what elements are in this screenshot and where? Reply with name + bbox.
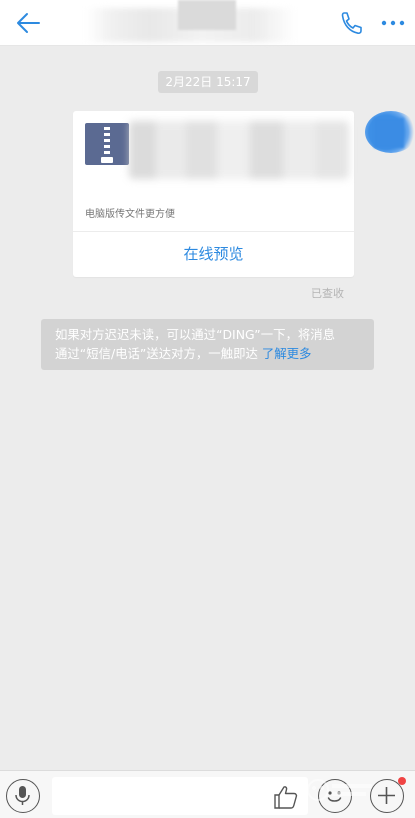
more-horizontal-icon (381, 20, 405, 26)
like-button[interactable] (272, 783, 300, 811)
file-message-card[interactable]: 电脑版传文件更方便 在线预览 (73, 111, 354, 277)
message-input[interactable] (52, 777, 308, 815)
more-button[interactable] (378, 8, 408, 38)
baidu-jingyan-watermark (300, 772, 380, 808)
notice-line-1: 如果对方迟迟未读，可以通过“DING”一下，将消息 (55, 327, 336, 342)
thumbs-up-icon (274, 786, 298, 809)
notification-badge (398, 777, 406, 785)
message-timestamp: 2月22日 15:17 (158, 71, 258, 93)
learn-more-link[interactable]: 了解更多 (262, 346, 312, 361)
voice-button[interactable] (6, 779, 40, 813)
read-receipt: 已查收 (311, 287, 344, 300)
zipper-teeth (104, 127, 110, 159)
phone-icon (341, 12, 362, 35)
chat-header (0, 0, 415, 46)
file-name-redacted (129, 121, 349, 179)
ding-notice: 如果对方迟迟未读，可以通过“DING”一下，将消息 通过“短信/电话”送达对方，… (41, 319, 374, 370)
phone-button[interactable] (336, 8, 364, 38)
notice-line-2-text: 通过“短信/电话”送达对方，一触即达 (55, 346, 262, 361)
desktop-transfer-hint: 电脑版传文件更方便 (85, 209, 175, 220)
zipper-pull (101, 157, 113, 163)
avatar-redacted (374, 118, 404, 148)
microphone-icon (15, 786, 30, 805)
arrow-left-icon (17, 13, 40, 33)
zip-file-icon (85, 123, 129, 165)
back-button[interactable] (12, 8, 44, 38)
online-preview-button[interactable]: 在线预览 (73, 232, 354, 277)
notice-line-2: 通过“短信/电话”送达对方，一触即达 了解更多 (55, 344, 374, 363)
contact-name-redacted (178, 0, 236, 30)
